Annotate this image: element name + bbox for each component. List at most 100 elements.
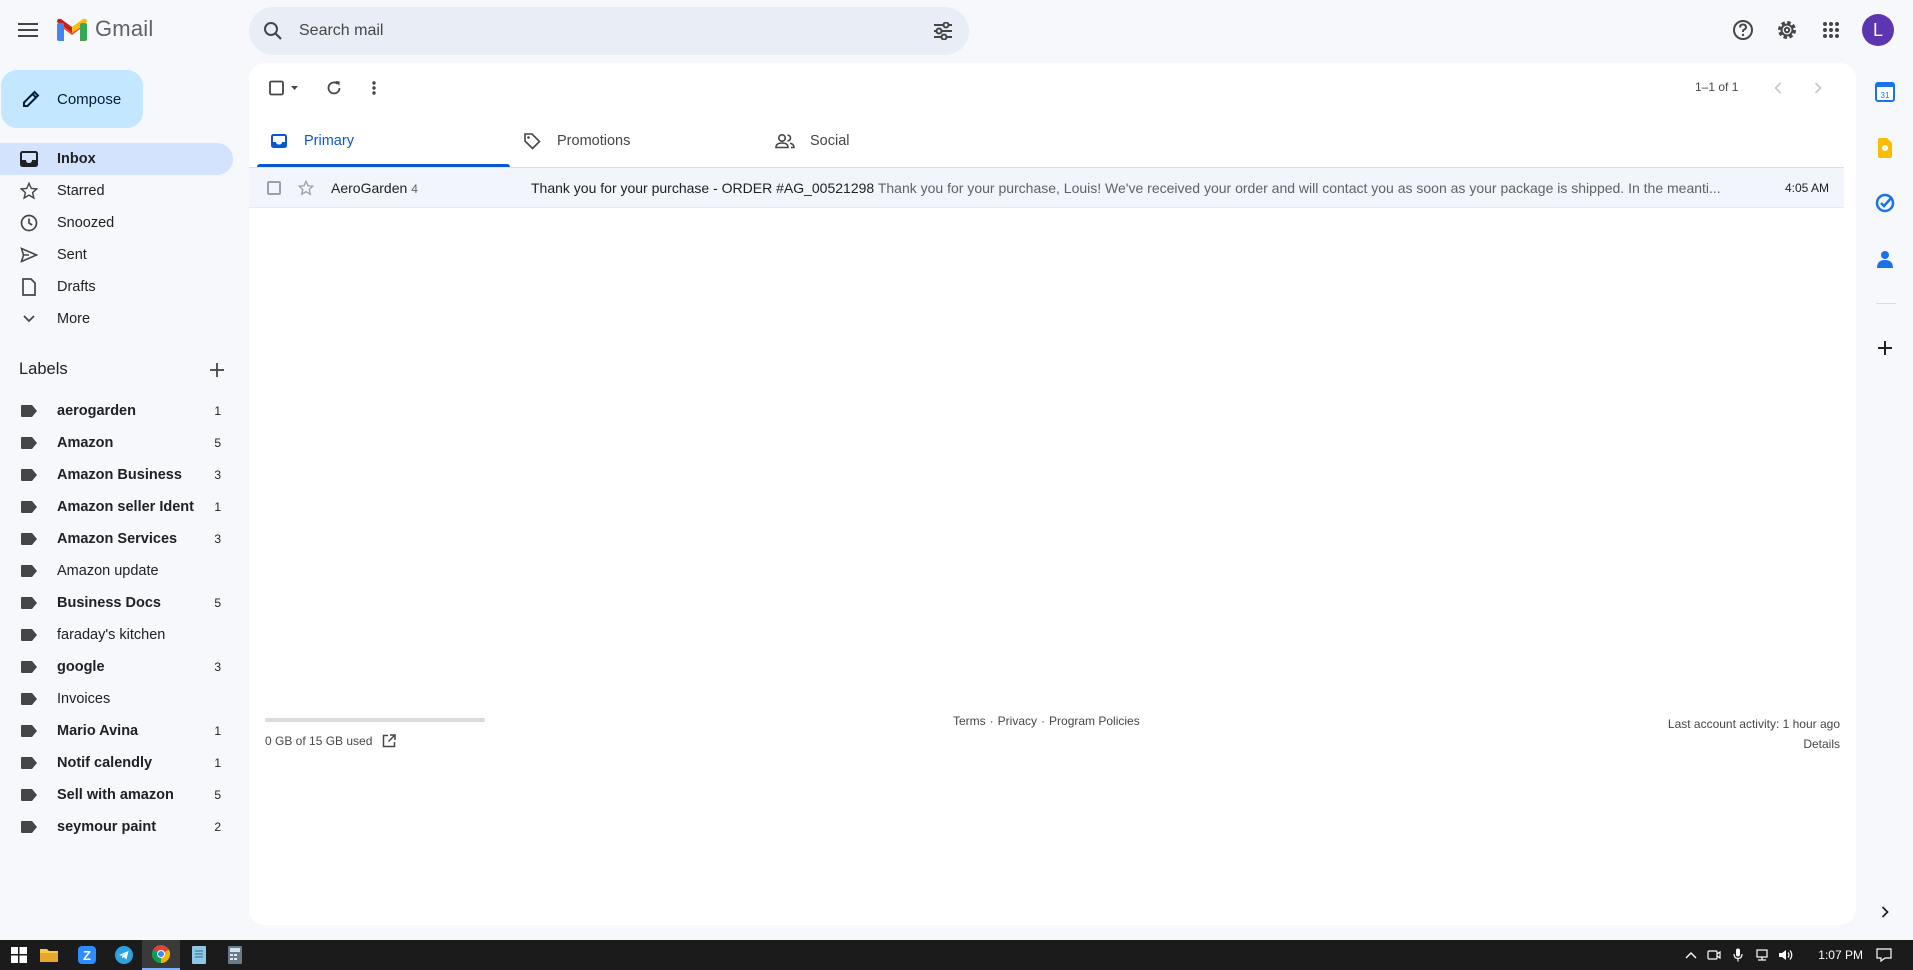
tab-social[interactable]: Social	[763, 115, 1016, 167]
sidebar-label-item[interactable]: Amazon Business 3	[0, 459, 233, 491]
sidebar-label-item[interactable]: Notif calendly 1	[0, 747, 233, 779]
select-all-checkbox[interactable]	[265, 75, 305, 101]
network-icon[interactable]	[1754, 947, 1770, 963]
storage-info: 0 GB of 15 GB used	[265, 734, 397, 748]
tab-promotions[interactable]: Promotions	[510, 115, 763, 167]
sidebar-item-label: Inbox	[57, 151, 96, 167]
star-icon	[19, 181, 39, 201]
sidebar-item-snoozed[interactable]: Snoozed	[0, 207, 233, 239]
sidebar-label-item[interactable]: Mario Avina 1	[0, 715, 233, 747]
label-tag-icon	[21, 500, 39, 514]
show-side-panel-chevron-icon[interactable]	[1870, 897, 1900, 927]
sidebar-label-item[interactable]: Amazon seller Ident 1	[0, 491, 233, 523]
side-panel-divider	[1876, 303, 1896, 304]
label-tag-icon	[21, 404, 39, 418]
search-icon[interactable]	[261, 19, 285, 43]
calendar-icon[interactable]: 31	[1870, 77, 1900, 107]
thread-count: 4	[411, 181, 418, 196]
windows-taskbar: Z 1:07 PM	[0, 940, 1913, 970]
star-toggle-icon[interactable]	[297, 179, 315, 197]
pagination-text: 1–1 of 1	[1695, 80, 1739, 94]
label-unread-count: 1	[214, 724, 221, 738]
account-avatar[interactable]: L	[1862, 14, 1894, 46]
sidebar-label-item[interactable]: Amazon 5	[0, 427, 233, 459]
telegram-icon[interactable]	[105, 940, 143, 970]
open-in-new-icon[interactable]	[382, 734, 397, 748]
details-link[interactable]: Details	[1668, 734, 1840, 754]
sidebar-item-label: Snoozed	[57, 215, 115, 231]
older-chevron-right-icon[interactable]	[1805, 75, 1831, 101]
microphone-icon[interactable]	[1730, 947, 1746, 963]
main-menu-button[interactable]	[14, 18, 42, 42]
keep-icon[interactable]	[1870, 133, 1900, 163]
search-bar[interactable]	[249, 7, 969, 55]
sidebar-label-item[interactable]: Amazon update	[0, 555, 233, 587]
search-input[interactable]	[299, 22, 899, 40]
sidebar-label-item[interactable]: aerogarden 1	[0, 395, 233, 427]
label-tag-icon	[21, 532, 39, 546]
label-unread-count: 1	[214, 756, 221, 770]
sidebar-label-item[interactable]: seymour paint 2	[0, 811, 233, 843]
zoom-app-icon[interactable]: Z	[68, 940, 106, 970]
add-label-icon[interactable]	[209, 362, 225, 378]
tag-icon	[522, 131, 542, 151]
sidebar-label-item[interactable]: Invoices	[0, 683, 233, 715]
inbox-tab-icon	[269, 131, 289, 151]
email-sender: AeroGarden 4	[331, 180, 531, 196]
notifications-icon[interactable]	[1876, 947, 1892, 963]
help-icon[interactable]	[1727, 14, 1759, 46]
sidebar-item-sent[interactable]: Sent	[0, 239, 233, 271]
people-icon	[775, 131, 795, 151]
tasks-icon[interactable]	[1870, 188, 1900, 218]
more-vert-icon[interactable]	[361, 75, 387, 101]
search-options-icon[interactable]	[931, 19, 955, 43]
sidebar-label-item[interactable]: google 3	[0, 651, 233, 683]
sidebar-label-item[interactable]: Sell with amazon 5	[0, 779, 233, 811]
storage-bar	[265, 718, 485, 722]
sidebar-item-label: Drafts	[57, 279, 96, 295]
label-tag-icon	[21, 788, 39, 802]
sidebar-item-more[interactable]: More	[0, 303, 233, 335]
label-name: Amazon	[57, 435, 114, 451]
compose-button[interactable]: Compose	[1, 70, 143, 128]
settings-gear-icon[interactable]	[1771, 14, 1803, 46]
camera-icon[interactable]	[1706, 947, 1722, 963]
sidebar-item-label: Sent	[57, 247, 87, 263]
program-policies-link[interactable]: Program Policies	[1049, 714, 1140, 728]
email-subject-snippet: Thank you for your purchase - ORDER #AG_…	[531, 180, 1736, 196]
contacts-icon[interactable]	[1870, 244, 1900, 274]
label-unread-count: 3	[214, 532, 221, 546]
row-checkbox[interactable]	[267, 180, 281, 195]
volume-icon[interactable]	[1778, 947, 1794, 963]
app-name: Gmail	[95, 16, 154, 41]
email-row[interactable]: AeroGarden 4 Thank you for your purchase …	[249, 168, 1844, 208]
label-tag-icon	[21, 692, 39, 706]
privacy-link[interactable]: Privacy	[998, 714, 1037, 728]
chrome-icon[interactable]	[142, 940, 180, 970]
file-explorer-icon[interactable]	[30, 940, 68, 970]
sidebar-item-drafts[interactable]: Drafts	[0, 271, 233, 303]
notepad-icon[interactable]	[180, 940, 218, 970]
main-panel: 1–1 of 1 Primary Promotions Social AeroG…	[249, 63, 1856, 925]
sidebar-item-starred[interactable]: Starred	[0, 175, 233, 207]
sidebar-label-item[interactable]: Business Docs 5	[0, 587, 233, 619]
tab-primary[interactable]: Primary	[257, 115, 510, 167]
get-addons-plus-icon[interactable]	[1870, 333, 1900, 363]
sidebar-label-item[interactable]: Amazon Services 3	[0, 523, 233, 555]
label-tag-icon	[21, 596, 39, 610]
calculator-icon[interactable]	[216, 940, 254, 970]
newer-chevron-left-icon[interactable]	[1765, 75, 1791, 101]
label-tag-icon	[21, 436, 39, 450]
label-name: Amazon Business	[57, 467, 182, 483]
send-icon	[19, 245, 39, 265]
sidebar-label-item[interactable]: faraday's kitchen	[0, 619, 233, 651]
clock-time[interactable]: 1:07 PM	[1818, 948, 1863, 962]
gmail-logo[interactable]: Gmail	[57, 16, 153, 42]
terms-link[interactable]: Terms	[953, 714, 986, 728]
sidebar-item-inbox[interactable]: Inbox	[0, 143, 233, 175]
tray-expand-chevron-icon[interactable]	[1683, 947, 1699, 963]
apps-grid-icon[interactable]	[1815, 14, 1847, 46]
refresh-icon[interactable]	[321, 75, 347, 101]
clock-icon	[19, 213, 39, 233]
footer-links: Terms · Privacy · Program Policies	[953, 714, 1140, 728]
